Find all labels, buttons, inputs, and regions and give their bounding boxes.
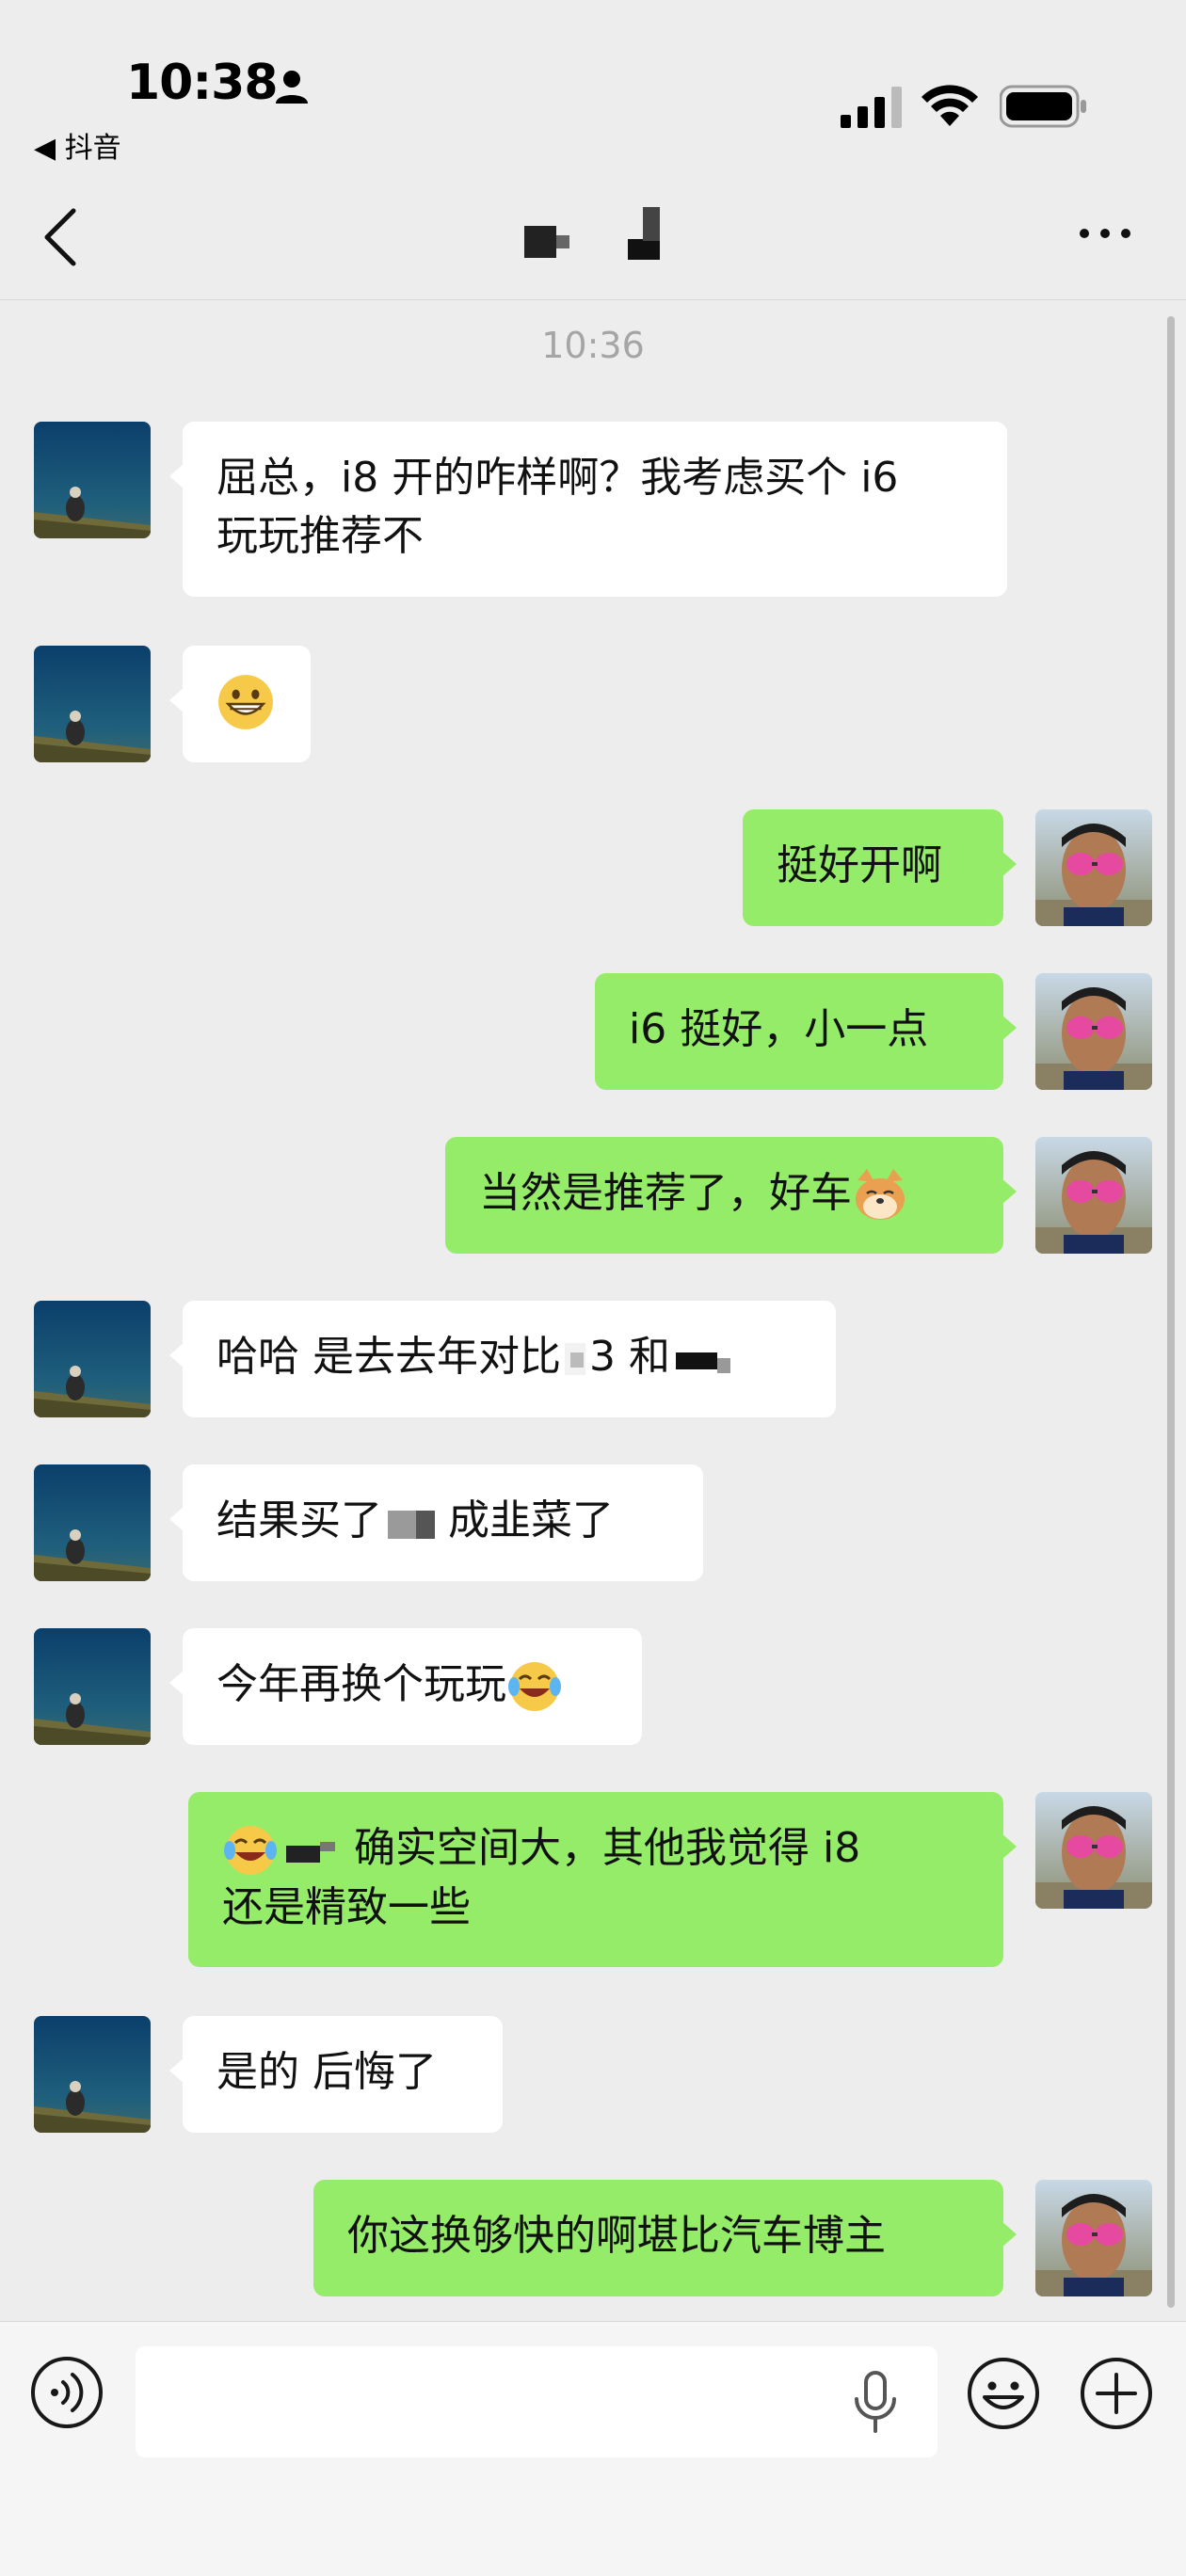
message-bubble[interactable]: 挺好开啊 bbox=[743, 809, 1017, 926]
self-avatar[interactable] bbox=[1035, 973, 1152, 1090]
wifi-icon bbox=[922, 85, 978, 126]
message-text: 成韭菜了 bbox=[448, 1496, 614, 1544]
chat-header bbox=[0, 169, 1186, 300]
microphone-icon[interactable] bbox=[851, 2369, 900, 2435]
message-text: 今年再换个玩玩 bbox=[216, 1660, 506, 1708]
doge-emoji-icon bbox=[854, 1167, 906, 1222]
input-bar bbox=[0, 2321, 1186, 2576]
message-timestamp: 10:36 bbox=[541, 325, 645, 366]
message-text: 3 和 bbox=[589, 1333, 670, 1381]
tears-of-joy-emoji-icon bbox=[506, 1660, 563, 1713]
back-to-app-link[interactable]: ◀ 抖音 bbox=[34, 124, 121, 166]
contact-avatar[interactable] bbox=[34, 422, 151, 538]
message-input[interactable] bbox=[136, 2346, 938, 2457]
self-avatar[interactable] bbox=[1035, 1137, 1152, 1254]
contact-avatar[interactable] bbox=[34, 1628, 151, 1745]
chat-title-redacted bbox=[524, 207, 660, 260]
smiley-icon[interactable] bbox=[966, 2356, 1041, 2431]
message-text: 是的 后悔了 bbox=[216, 2048, 437, 2096]
plus-icon[interactable] bbox=[1079, 2356, 1154, 2431]
message-bubble[interactable]: 哈哈 是去去年对比 3 和 bbox=[169, 1301, 836, 1417]
message-bubble[interactable]: 你这换够快的啊堪比汽车博主 bbox=[313, 2180, 1017, 2296]
redacted-text bbox=[675, 1352, 730, 1373]
scrollbar[interactable] bbox=[1167, 316, 1175, 2308]
message-text: 玩玩推荐不 bbox=[216, 512, 424, 560]
message-bubble[interactable]: 屈总，i8 开的咋样啊？我考虑买个 i6 玩玩推荐不 bbox=[169, 422, 1007, 597]
message-text: 还是精致一些 bbox=[222, 1883, 471, 1931]
battery-icon bbox=[1000, 85, 1086, 128]
redacted-text bbox=[388, 1511, 435, 1539]
grinning-emoji-icon bbox=[216, 673, 275, 731]
message-bubble[interactable]: 结果买了 成韭菜了 bbox=[169, 1464, 703, 1581]
self-avatar[interactable] bbox=[1035, 1792, 1152, 1909]
status-time: 10:38 bbox=[126, 55, 279, 111]
voice-icon[interactable] bbox=[30, 2356, 104, 2429]
message-bubble[interactable]: 今年再换个玩玩 bbox=[169, 1628, 642, 1745]
contact-avatar[interactable] bbox=[34, 1301, 151, 1417]
redacted-text bbox=[565, 1343, 585, 1375]
message-bubble[interactable]: 确实空间大，其他我觉得 i8 还是精致一些 bbox=[188, 1792, 1017, 1967]
cellular-signal-icon bbox=[841, 87, 902, 128]
message-bubble[interactable]: 当然是推荐了，好车 bbox=[445, 1137, 1017, 1254]
message-text: 确实空间大，其他我觉得 i8 bbox=[354, 1824, 861, 1872]
contact-avatar[interactable] bbox=[34, 1464, 151, 1581]
message-text: i6 挺好，小一点 bbox=[629, 1005, 929, 1053]
more-options-icon[interactable] bbox=[1077, 215, 1133, 252]
message-text: 哈哈 是去去年对比 bbox=[216, 1333, 561, 1381]
message-bubble[interactable]: i6 挺好，小一点 bbox=[595, 973, 1017, 1090]
message-bubble[interactable] bbox=[169, 646, 311, 762]
message-text: 屈总，i8 开的咋样啊？我考虑买个 i6 bbox=[216, 454, 899, 502]
message-text: 结果买了 bbox=[216, 1496, 382, 1544]
status-bar: 10:38 ◀ 抖音 bbox=[0, 0, 1186, 169]
self-avatar[interactable] bbox=[1035, 2180, 1152, 2296]
message-bubble[interactable]: 是的 后悔了 bbox=[169, 2016, 503, 2133]
message-text: 挺好开啊 bbox=[777, 841, 942, 889]
person-icon bbox=[276, 71, 308, 104]
redacted-text bbox=[286, 1842, 335, 1863]
contact-avatar[interactable] bbox=[34, 646, 151, 762]
message-text: 你这换够快的啊堪比汽车博主 bbox=[347, 2212, 886, 2260]
self-avatar[interactable] bbox=[1035, 809, 1152, 926]
contact-avatar[interactable] bbox=[34, 2016, 151, 2133]
tears-of-joy-emoji-icon bbox=[222, 1824, 279, 1877]
chevron-left-icon[interactable] bbox=[41, 207, 79, 267]
message-text: 当然是推荐了，好车 bbox=[479, 1169, 852, 1217]
